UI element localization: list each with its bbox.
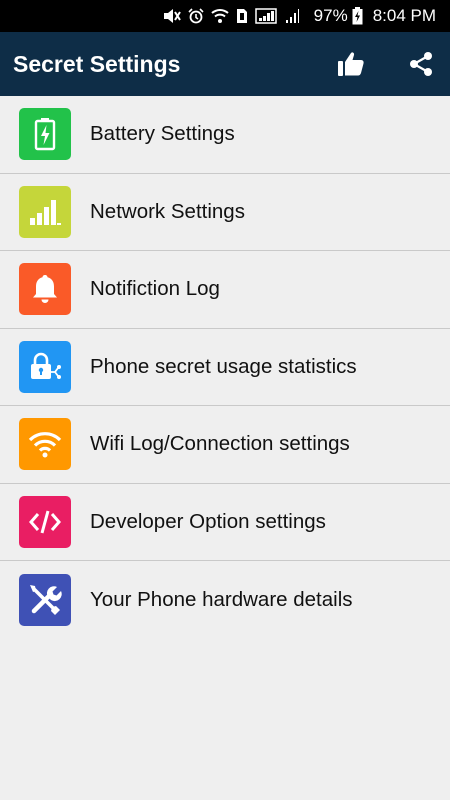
developer-icon-tile	[19, 495, 71, 548]
settings-list: Battery Settings Network Settings Notifi…	[0, 96, 450, 639]
list-item-wifi-log[interactable]: Wifi Log/Connection settings	[0, 406, 450, 484]
alarm-icon	[188, 8, 204, 24]
share-icon	[410, 52, 432, 76]
item-label: Battery Settings	[90, 122, 235, 146]
battery-status-icon	[352, 7, 363, 25]
wifi-status-icon	[210, 8, 229, 24]
app-bar: Secret Settings	[0, 32, 450, 96]
signal-icon	[254, 8, 277, 24]
like-button[interactable]	[336, 49, 366, 79]
status-time: 8:04 PM	[372, 6, 436, 25]
signal-2-icon	[284, 8, 300, 24]
item-label: Notifiction Log	[90, 277, 220, 301]
share-button[interactable]	[406, 49, 436, 79]
app-actions	[336, 49, 436, 79]
usage-icon-tile	[19, 340, 71, 393]
list-item-network-settings[interactable]: Network Settings	[0, 174, 450, 251]
list-item-notification-log[interactable]: Notifiction Log	[0, 251, 450, 329]
notification-icon-tile	[19, 263, 71, 316]
mute-icon	[163, 8, 181, 24]
app-title: Secret Settings	[13, 50, 181, 77]
network-icon-tile	[19, 185, 71, 238]
list-item-usage-statistics[interactable]: Phone secret usage statistics	[0, 329, 450, 406]
battery-icon-tile	[19, 108, 71, 161]
hardware-icon-tile	[19, 573, 71, 626]
list-item-hardware-details[interactable]: Your Phone hardware details	[0, 561, 450, 639]
lock-usage-icon	[31, 352, 61, 379]
battery-icon	[34, 118, 56, 151]
thumbs-up-icon	[338, 52, 364, 76]
item-label: Phone secret usage statistics	[90, 354, 357, 378]
wifi-icon-tile	[19, 418, 71, 471]
status-icons	[163, 8, 300, 24]
list-item-developer-options[interactable]: Developer Option settings	[0, 484, 450, 561]
item-label: Developer Option settings	[90, 509, 326, 533]
wifi-icon	[28, 432, 62, 458]
status-bar: 97% 8:04 PM	[0, 0, 450, 32]
item-label: Network Settings	[90, 199, 245, 223]
list-item-battery-settings[interactable]: Battery Settings	[0, 96, 450, 174]
sim-icon	[236, 8, 248, 24]
code-icon	[29, 510, 61, 534]
bell-icon	[33, 275, 57, 304]
battery-percent: 97%	[313, 6, 348, 25]
item-label: Wifi Log/Connection settings	[90, 432, 350, 456]
tools-icon	[30, 584, 62, 615]
item-label: Your Phone hardware details	[90, 587, 353, 611]
signal-bars-icon	[30, 199, 61, 225]
